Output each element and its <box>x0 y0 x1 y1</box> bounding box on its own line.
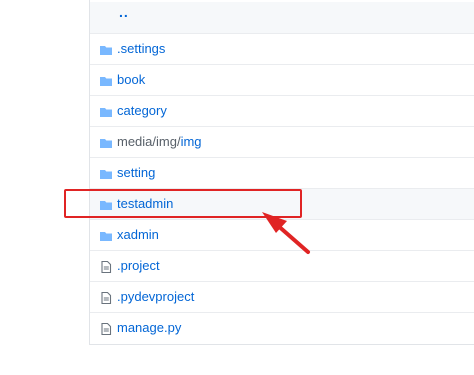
annotation-arrow <box>262 212 310 254</box>
